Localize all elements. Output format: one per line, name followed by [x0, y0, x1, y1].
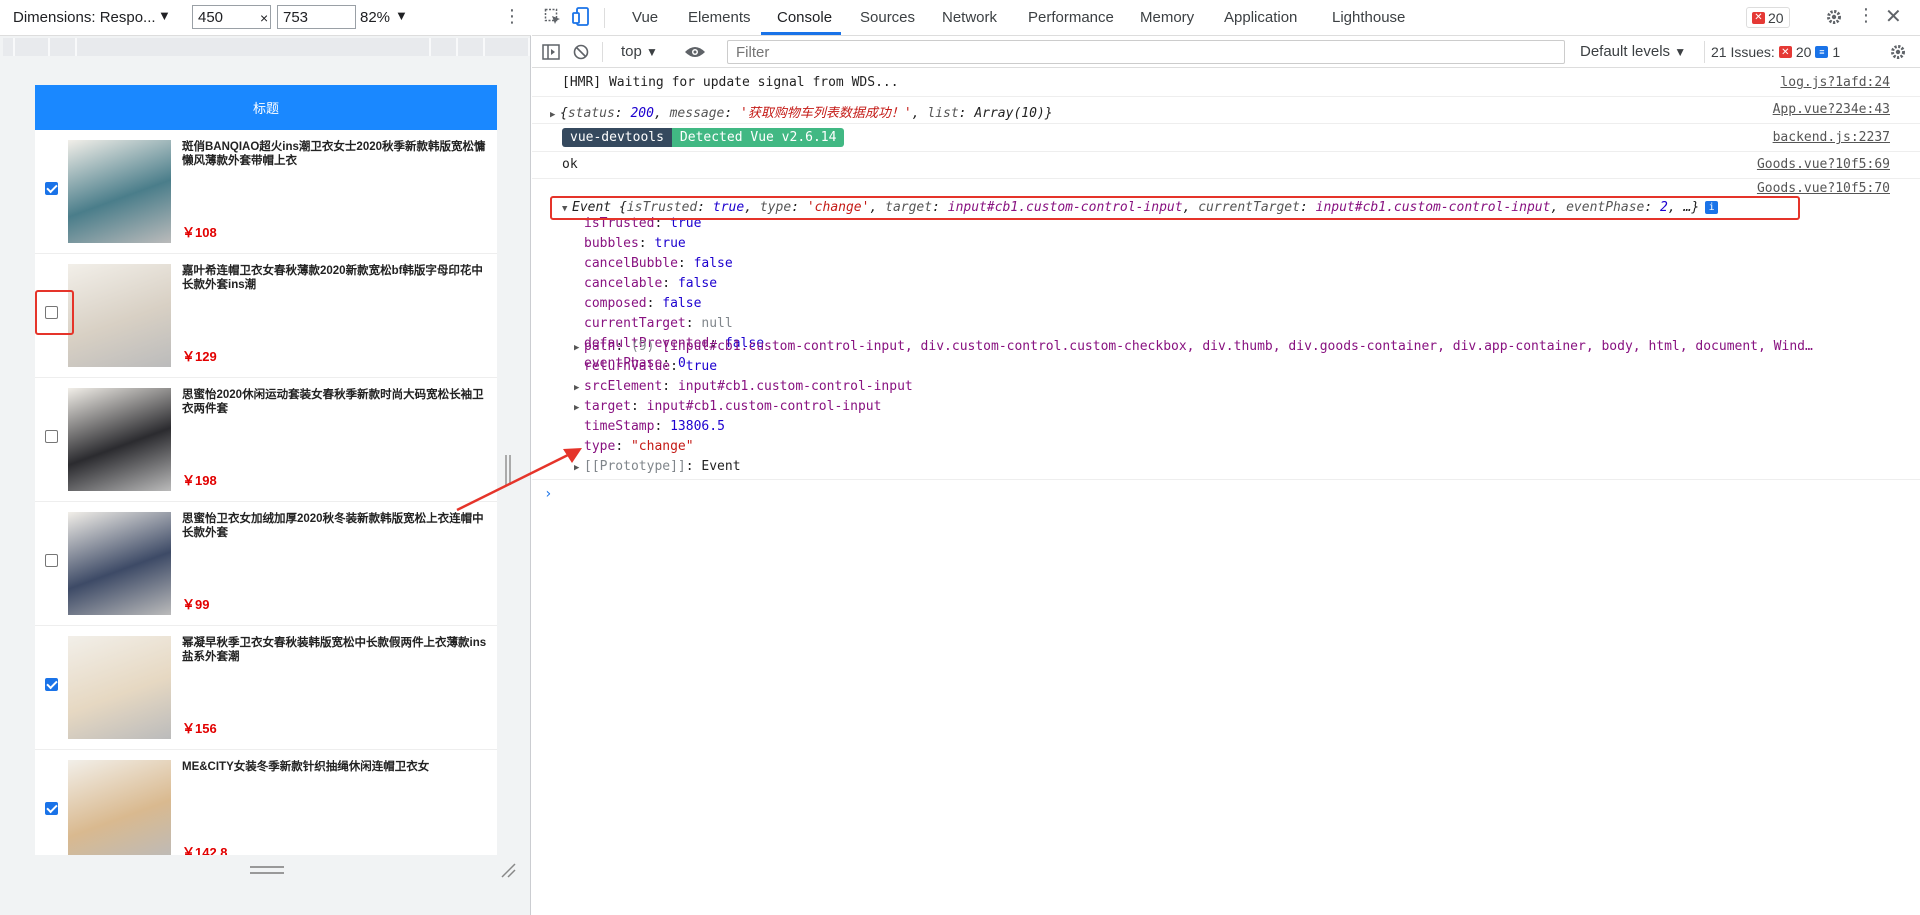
- annotation-arrow: [456, 448, 582, 512]
- screen: Dimensions: Respo... ▼ × 82% ▼ ⋮ 标题 斑俏BA…: [0, 0, 1920, 915]
